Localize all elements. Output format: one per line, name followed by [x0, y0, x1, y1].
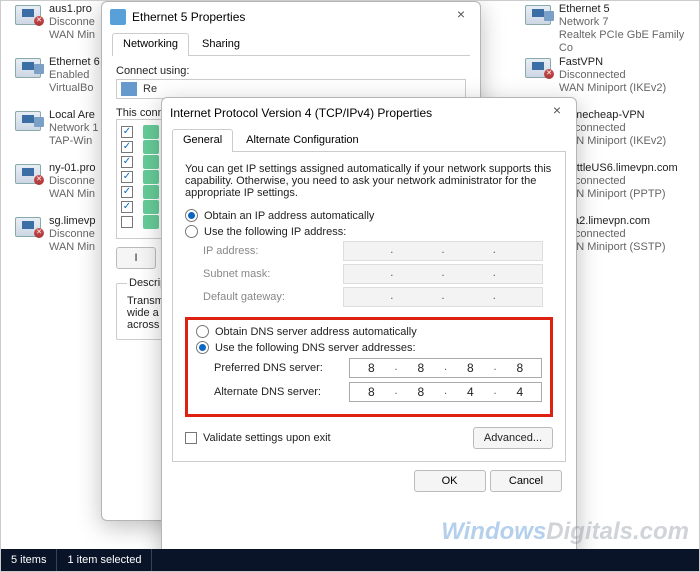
watermark: WindowsDigitals.com [441, 518, 689, 546]
checkbox-item[interactable] [121, 216, 133, 228]
radio-ip-manual[interactable] [185, 225, 198, 238]
radio-ip-auto[interactable] [185, 209, 198, 222]
checkbox-item[interactable] [121, 126, 133, 138]
adapter-status: Disconne [49, 228, 95, 241]
subnet-mask-field: ... [343, 264, 543, 284]
tab-general[interactable]: General [172, 129, 233, 151]
intro-text: You can get IP settings assigned automat… [185, 163, 553, 199]
default-gateway-label: Default gateway: [203, 291, 343, 303]
adapter-name[interactable]: ny-01.pro [49, 162, 95, 175]
alternate-dns-field[interactable]: 8. 8. 4. 4 [349, 382, 542, 402]
adapter-status: Network 7 [559, 16, 700, 29]
adapter-status: Enabled [49, 69, 100, 82]
alternate-dns-label: Alternate DNS server: [214, 386, 349, 398]
adapter-name[interactable]: aus1.pro [49, 3, 95, 16]
adapter-device: WAN Min [49, 29, 95, 42]
status-selected: 1 item selected [57, 549, 152, 571]
adapter-name[interactable]: Local Are [49, 109, 99, 122]
adapter-status: Disconne [49, 16, 95, 29]
radio-dns-manual-label: Use the following DNS server addresses: [215, 342, 416, 354]
adapter-status: Network 1 [49, 122, 99, 135]
close-icon[interactable]: × [542, 100, 572, 122]
ip-address-label: IP address: [203, 245, 343, 257]
adapter-name[interactable]: sg.limevp [49, 215, 95, 228]
adapter-icon [121, 82, 137, 96]
adapter-device: Realtek PCIe GbE Family Co [559, 29, 700, 55]
adapter-device: TAP-Win [49, 135, 99, 148]
radio-dns-auto[interactable] [196, 325, 209, 338]
checkbox-item[interactable] [121, 141, 133, 153]
advanced-button[interactable]: Advanced... [473, 427, 553, 449]
adapter-name[interactable]: Ethernet 6 [49, 56, 100, 69]
ethernet-icon [110, 9, 126, 25]
close-icon[interactable]: × [446, 4, 476, 26]
status-items: 5 items [1, 549, 57, 571]
preferred-dns-field[interactable]: 8. 8. 8. 8 [349, 358, 542, 378]
dialog-title: Ethernet 5 Properties [132, 10, 245, 24]
adapter-device: WAN Miniport (IKEv2) [559, 82, 666, 95]
radio-ip-manual-label: Use the following IP address: [204, 226, 346, 238]
adapter-device: VirtualBo [49, 82, 100, 95]
tab-alternate[interactable]: Alternate Configuration [235, 129, 370, 151]
radio-dns-auto-label: Obtain DNS server address automatically [215, 326, 417, 338]
checkbox-item[interactable] [121, 201, 133, 213]
radio-dns-manual[interactable] [196, 341, 209, 354]
checkbox-item[interactable] [121, 156, 133, 168]
tab-sharing[interactable]: Sharing [191, 33, 251, 55]
adapter-name[interactable]: FastVPN [559, 56, 666, 69]
checkbox-item[interactable] [121, 186, 133, 198]
subnet-mask-label: Subnet mask: [203, 268, 343, 280]
ok-button[interactable]: OK [414, 470, 486, 492]
adapter-name[interactable]: Ethernet 5 [559, 3, 700, 16]
dialog-title: Internet Protocol Version 4 (TCP/IPv4) P… [170, 106, 432, 120]
checkbox-item[interactable] [121, 171, 133, 183]
validate-checkbox[interactable] [185, 432, 197, 444]
status-bar: 5 items 1 item selected [1, 549, 700, 571]
ip-address-field: ... [343, 241, 543, 261]
adapter-device: WAN Min [49, 188, 95, 201]
adapter-device-name: Re [143, 83, 157, 95]
adapter-device: WAN Min [49, 241, 95, 254]
tab-networking[interactable]: Networking [112, 33, 189, 55]
connect-using-label: Connect using: [116, 65, 466, 77]
validate-label: Validate settings upon exit [203, 432, 331, 444]
cancel-button[interactable]: Cancel [490, 470, 562, 492]
preferred-dns-label: Preferred DNS server: [214, 362, 349, 374]
adapter-status: Disconnected [559, 69, 666, 82]
adapter-status: Disconne [49, 175, 95, 188]
radio-ip-auto-label: Obtain an IP address automatically [204, 210, 374, 222]
install-button[interactable]: I [116, 247, 156, 269]
default-gateway-field: ... [343, 287, 543, 307]
ipv4-properties-dialog: Internet Protocol Version 4 (TCP/IPv4) P… [161, 97, 577, 567]
